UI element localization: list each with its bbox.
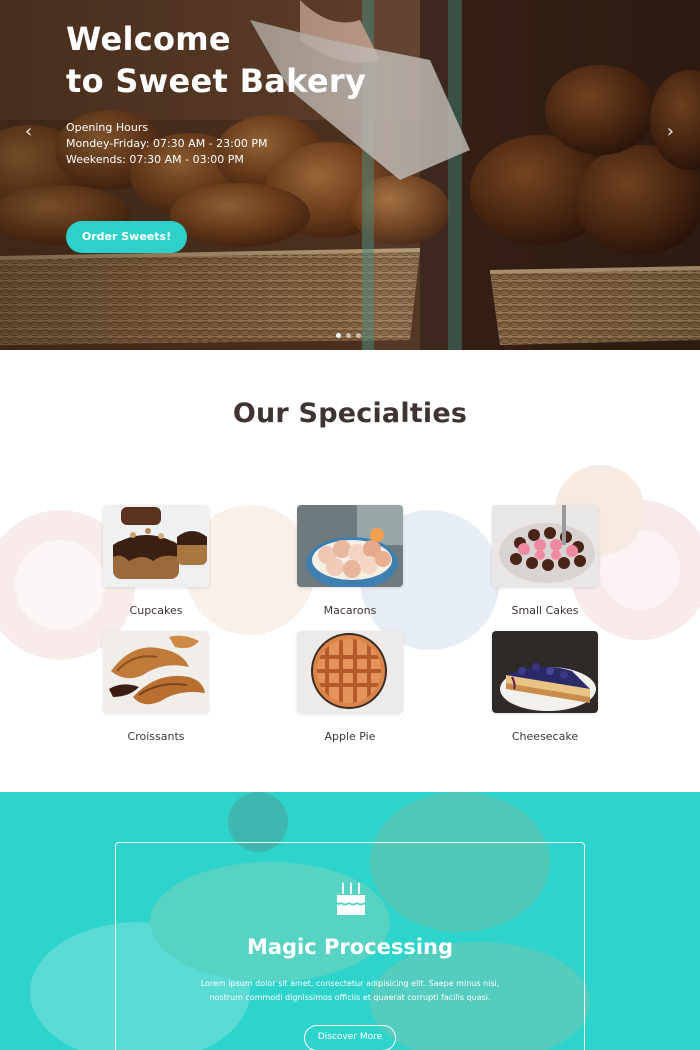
cheesecake-image[interactable] [492,631,598,713]
magic-description: Lorem ipsum dolor sit amet, consectetur … [195,977,505,1005]
croissants-image[interactable] [103,631,209,713]
specialty-label-apple-pie: Apple Pie [324,730,376,743]
specialty-label-cheesecake: Cheesecake [511,730,579,743]
opening-hours-weekends: Weekends: 07:30 AM - 03:00 PM [66,153,244,166]
specialties-section: Our Specialties Cupcakes Macarons Small … [0,350,700,792]
specialty-card-apple-pie[interactable]: Apple Pie [297,631,403,743]
macarons-image[interactable] [297,505,403,589]
magic-description-line-1: Lorem ipsum dolor sit amet, consectetur … [200,979,500,988]
specialty-card-small-cakes[interactable]: Small Cakes [492,505,598,617]
specialty-card-cheesecake[interactable]: Cheesecake [492,631,598,743]
specialty-label-croissants: Croissants [127,730,185,743]
magic-processing-section [0,792,700,1050]
slider-dot-3[interactable] [356,333,361,338]
specialty-card-croissants[interactable]: Croissants [103,631,209,743]
apple-pie-image[interactable] [297,631,403,713]
birthday-cake-icon [337,882,365,915]
specialty-label-small-cakes: Small Cakes [511,604,579,617]
hero-slider: Welcome to Sweet Bakery Opening Hours Mo… [0,0,700,350]
discover-more-button[interactable]: Discover More [304,1025,396,1050]
cupcakes-image[interactable] [103,505,209,587]
opening-hours-label: Opening Hours [66,121,149,134]
specialty-label-macarons: Macarons [323,604,377,617]
slider-dots [336,333,361,338]
slider-dot-2[interactable] [346,333,351,338]
order-sweets-button[interactable]: Order Sweets! [66,221,187,253]
hero-title-line-2: to Sweet Bakery [66,62,367,100]
magic-description-line-2: nostrum commodi dignissimos officiis et … [209,993,491,1002]
hero-title: Welcome to Sweet Bakery [66,18,366,102]
small-cakes-image[interactable] [492,505,598,587]
specialty-card-cupcakes[interactable]: Cupcakes [103,505,209,617]
specialty-card-macarons[interactable]: Macarons [297,505,403,617]
magic-title: Magic Processing [246,935,454,959]
opening-hours: Opening Hours Mondey-Friday: 07:30 AM - … [66,120,267,168]
opening-hours-weekdays: Mondey-Friday: 07:30 AM - 23:00 PM [66,137,268,150]
chevron-right-icon[interactable]: › [667,122,674,142]
specialties-title: Our Specialties [232,398,468,429]
specialty-label-cupcakes: Cupcakes [129,604,183,617]
hero-title-line-1: Welcome [66,20,231,58]
chevron-left-icon[interactable]: ‹ [25,122,32,142]
slider-dot-1[interactable] [336,333,341,338]
